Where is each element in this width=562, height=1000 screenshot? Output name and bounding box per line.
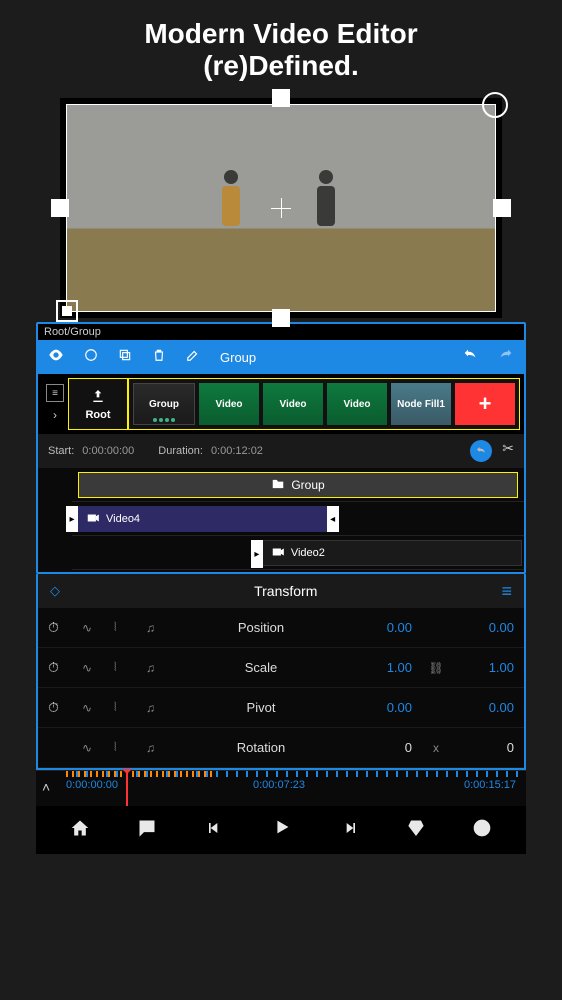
bounding-box-icon[interactable]: ◇ bbox=[50, 583, 70, 599]
edit-icon[interactable] bbox=[186, 348, 200, 366]
clip-trim-left[interactable]: ▸ bbox=[251, 540, 263, 568]
toolbar-group-label: Group bbox=[220, 350, 256, 365]
transform-label: Scale bbox=[178, 660, 344, 675]
revert-icon[interactable] bbox=[470, 440, 492, 462]
resize-handle-left[interactable] bbox=[51, 199, 69, 217]
clip-video-1[interactable]: Video bbox=[199, 383, 259, 425]
resize-handle-bottom[interactable] bbox=[272, 309, 290, 327]
resize-handle-top[interactable] bbox=[272, 89, 290, 107]
track-video4-clip[interactable]: ▸ Video4 ◂ bbox=[78, 506, 327, 532]
fullscreen-icon[interactable] bbox=[56, 300, 78, 322]
clip-node-fill[interactable]: Node Fill1 bbox=[391, 383, 451, 425]
center-crosshair-icon bbox=[271, 198, 291, 218]
track-video2-clip[interactable]: ▸ Video2 bbox=[262, 540, 522, 566]
scissors-icon[interactable]: ✂ bbox=[502, 440, 514, 462]
transform-row-rotation: ⏱ ∿ ⦚ ♫ Rotation 0 x 0 bbox=[38, 728, 524, 768]
graph-icon[interactable]: ∿ bbox=[82, 621, 100, 635]
preview-figure-1 bbox=[204, 170, 259, 260]
redo-icon[interactable] bbox=[498, 347, 514, 367]
resize-handle-right[interactable] bbox=[493, 199, 511, 217]
clip-trim-right[interactable]: ◂ bbox=[327, 506, 339, 532]
undo-icon[interactable] bbox=[462, 347, 478, 367]
trash-icon[interactable] bbox=[152, 348, 166, 366]
start-label: Start: bbox=[48, 445, 74, 457]
ruler-time-2: 0:00:07:23 bbox=[253, 779, 305, 791]
ruler-time-3: 0:00:15:17 bbox=[464, 779, 516, 791]
music-icon[interactable]: ♫ bbox=[146, 741, 164, 755]
clips-strip: Group Video Video Video Node Fill1 + bbox=[128, 378, 520, 430]
clip-video-3[interactable]: Video bbox=[327, 383, 387, 425]
root-label: Root bbox=[85, 409, 110, 421]
stopwatch-icon[interactable]: ⏱ bbox=[48, 699, 68, 716]
wiggle-icon[interactable]: ⦚ bbox=[114, 700, 132, 715]
link-icon[interactable]: ⛓ bbox=[426, 661, 446, 675]
rotation-sep: x bbox=[426, 741, 446, 755]
video-icon bbox=[271, 545, 285, 562]
preview-canvas[interactable] bbox=[60, 98, 502, 318]
graph-icon[interactable]: ∿ bbox=[82, 661, 100, 675]
clip-trim-left[interactable]: ▸ bbox=[66, 506, 78, 532]
pivot-x-value[interactable]: 0.00 bbox=[358, 700, 412, 715]
music-icon[interactable]: ♫ bbox=[146, 621, 164, 635]
comment-icon[interactable] bbox=[137, 818, 157, 843]
home-icon[interactable] bbox=[70, 818, 90, 843]
hamburger-icon[interactable]: ≡ bbox=[501, 581, 512, 602]
upload-icon bbox=[90, 388, 106, 407]
diamond-icon[interactable] bbox=[407, 819, 425, 842]
transform-title: Transform bbox=[70, 583, 501, 599]
rotation-deg-value[interactable]: 0 bbox=[460, 740, 514, 755]
wiggle-icon[interactable]: ⦚ bbox=[114, 660, 132, 675]
graph-icon[interactable]: ∿ bbox=[82, 741, 100, 755]
promo-line2: (re)Defined. bbox=[0, 50, 562, 82]
promo-line1: Modern Video Editor bbox=[0, 18, 562, 50]
folder-icon bbox=[271, 477, 285, 494]
chevron-right-icon[interactable]: › bbox=[53, 408, 57, 422]
root-tile[interactable]: Root bbox=[68, 378, 128, 430]
timeline-tracks[interactable]: Group ▸ Video4 ◂ ▸ Video2 bbox=[38, 468, 524, 572]
clip-video-2[interactable]: Video bbox=[263, 383, 323, 425]
wiggle-icon[interactable]: ⦚ bbox=[114, 740, 132, 755]
duration-value[interactable]: 0:00:12:02 bbox=[211, 445, 263, 457]
track-group-clip[interactable]: Group bbox=[78, 472, 518, 498]
scale-y-value[interactable]: 1.00 bbox=[460, 660, 514, 675]
pivot-y-value[interactable]: 0.00 bbox=[460, 700, 514, 715]
position-x-value[interactable]: 0.00 bbox=[358, 620, 412, 635]
graph-icon[interactable]: ∿ bbox=[82, 701, 100, 715]
duration-label: Duration: bbox=[158, 445, 203, 457]
add-clip-button[interactable]: + bbox=[455, 383, 515, 425]
ruler-time-1: 0:00:00:00 bbox=[66, 779, 118, 791]
transform-label: Pivot bbox=[178, 700, 344, 715]
bottom-nav bbox=[36, 806, 526, 854]
clip-group[interactable]: Group bbox=[133, 383, 195, 425]
preview-figure-2 bbox=[298, 170, 353, 260]
timing-bar: Start: 0:00:00:00 Duration: 0:00:12:02 ✂ bbox=[38, 434, 524, 468]
play-icon[interactable] bbox=[271, 816, 293, 844]
stopwatch-icon[interactable]: ⏱ bbox=[48, 659, 68, 676]
ruler-accent bbox=[66, 771, 216, 777]
start-value[interactable]: 0:00:00:00 bbox=[82, 445, 134, 457]
stopwatch-icon[interactable]: ⏱ bbox=[48, 619, 68, 636]
transform-label: Rotation bbox=[178, 740, 344, 755]
transform-label: Position bbox=[178, 620, 344, 635]
circle-icon[interactable] bbox=[84, 348, 98, 366]
scale-x-value[interactable]: 1.00 bbox=[358, 660, 412, 675]
video-icon bbox=[86, 511, 100, 528]
help-icon[interactable] bbox=[472, 818, 492, 843]
transform-row-position: ⏱ ∿ ⦚ ♫ Position 0.00 0.00 bbox=[38, 608, 524, 648]
rail-menu-icon[interactable]: ≡ bbox=[46, 384, 64, 402]
step-back-icon[interactable] bbox=[204, 818, 224, 843]
copy-icon[interactable] bbox=[118, 348, 132, 366]
rotation-turns-value[interactable]: 0 bbox=[358, 740, 412, 755]
transform-header: ◇ Transform ≡ bbox=[38, 574, 524, 608]
visibility-icon[interactable] bbox=[48, 347, 64, 367]
toolbar: Group bbox=[38, 340, 524, 374]
step-forward-icon[interactable] bbox=[340, 818, 360, 843]
transform-row-pivot: ⏱ ∿ ⦚ ♫ Pivot 0.00 0.00 bbox=[38, 688, 524, 728]
transform-row-scale: ⏱ ∿ ⦚ ♫ Scale 1.00 ⛓ 1.00 bbox=[38, 648, 524, 688]
wiggle-icon[interactable]: ⦚ bbox=[114, 620, 132, 635]
time-ruler[interactable]: ˄ 0:00:00:00 0:00:07:23 0:00:15:17 bbox=[36, 770, 526, 806]
music-icon[interactable]: ♫ bbox=[146, 701, 164, 715]
music-icon[interactable]: ♫ bbox=[146, 661, 164, 675]
position-y-value[interactable]: 0.00 bbox=[460, 620, 514, 635]
